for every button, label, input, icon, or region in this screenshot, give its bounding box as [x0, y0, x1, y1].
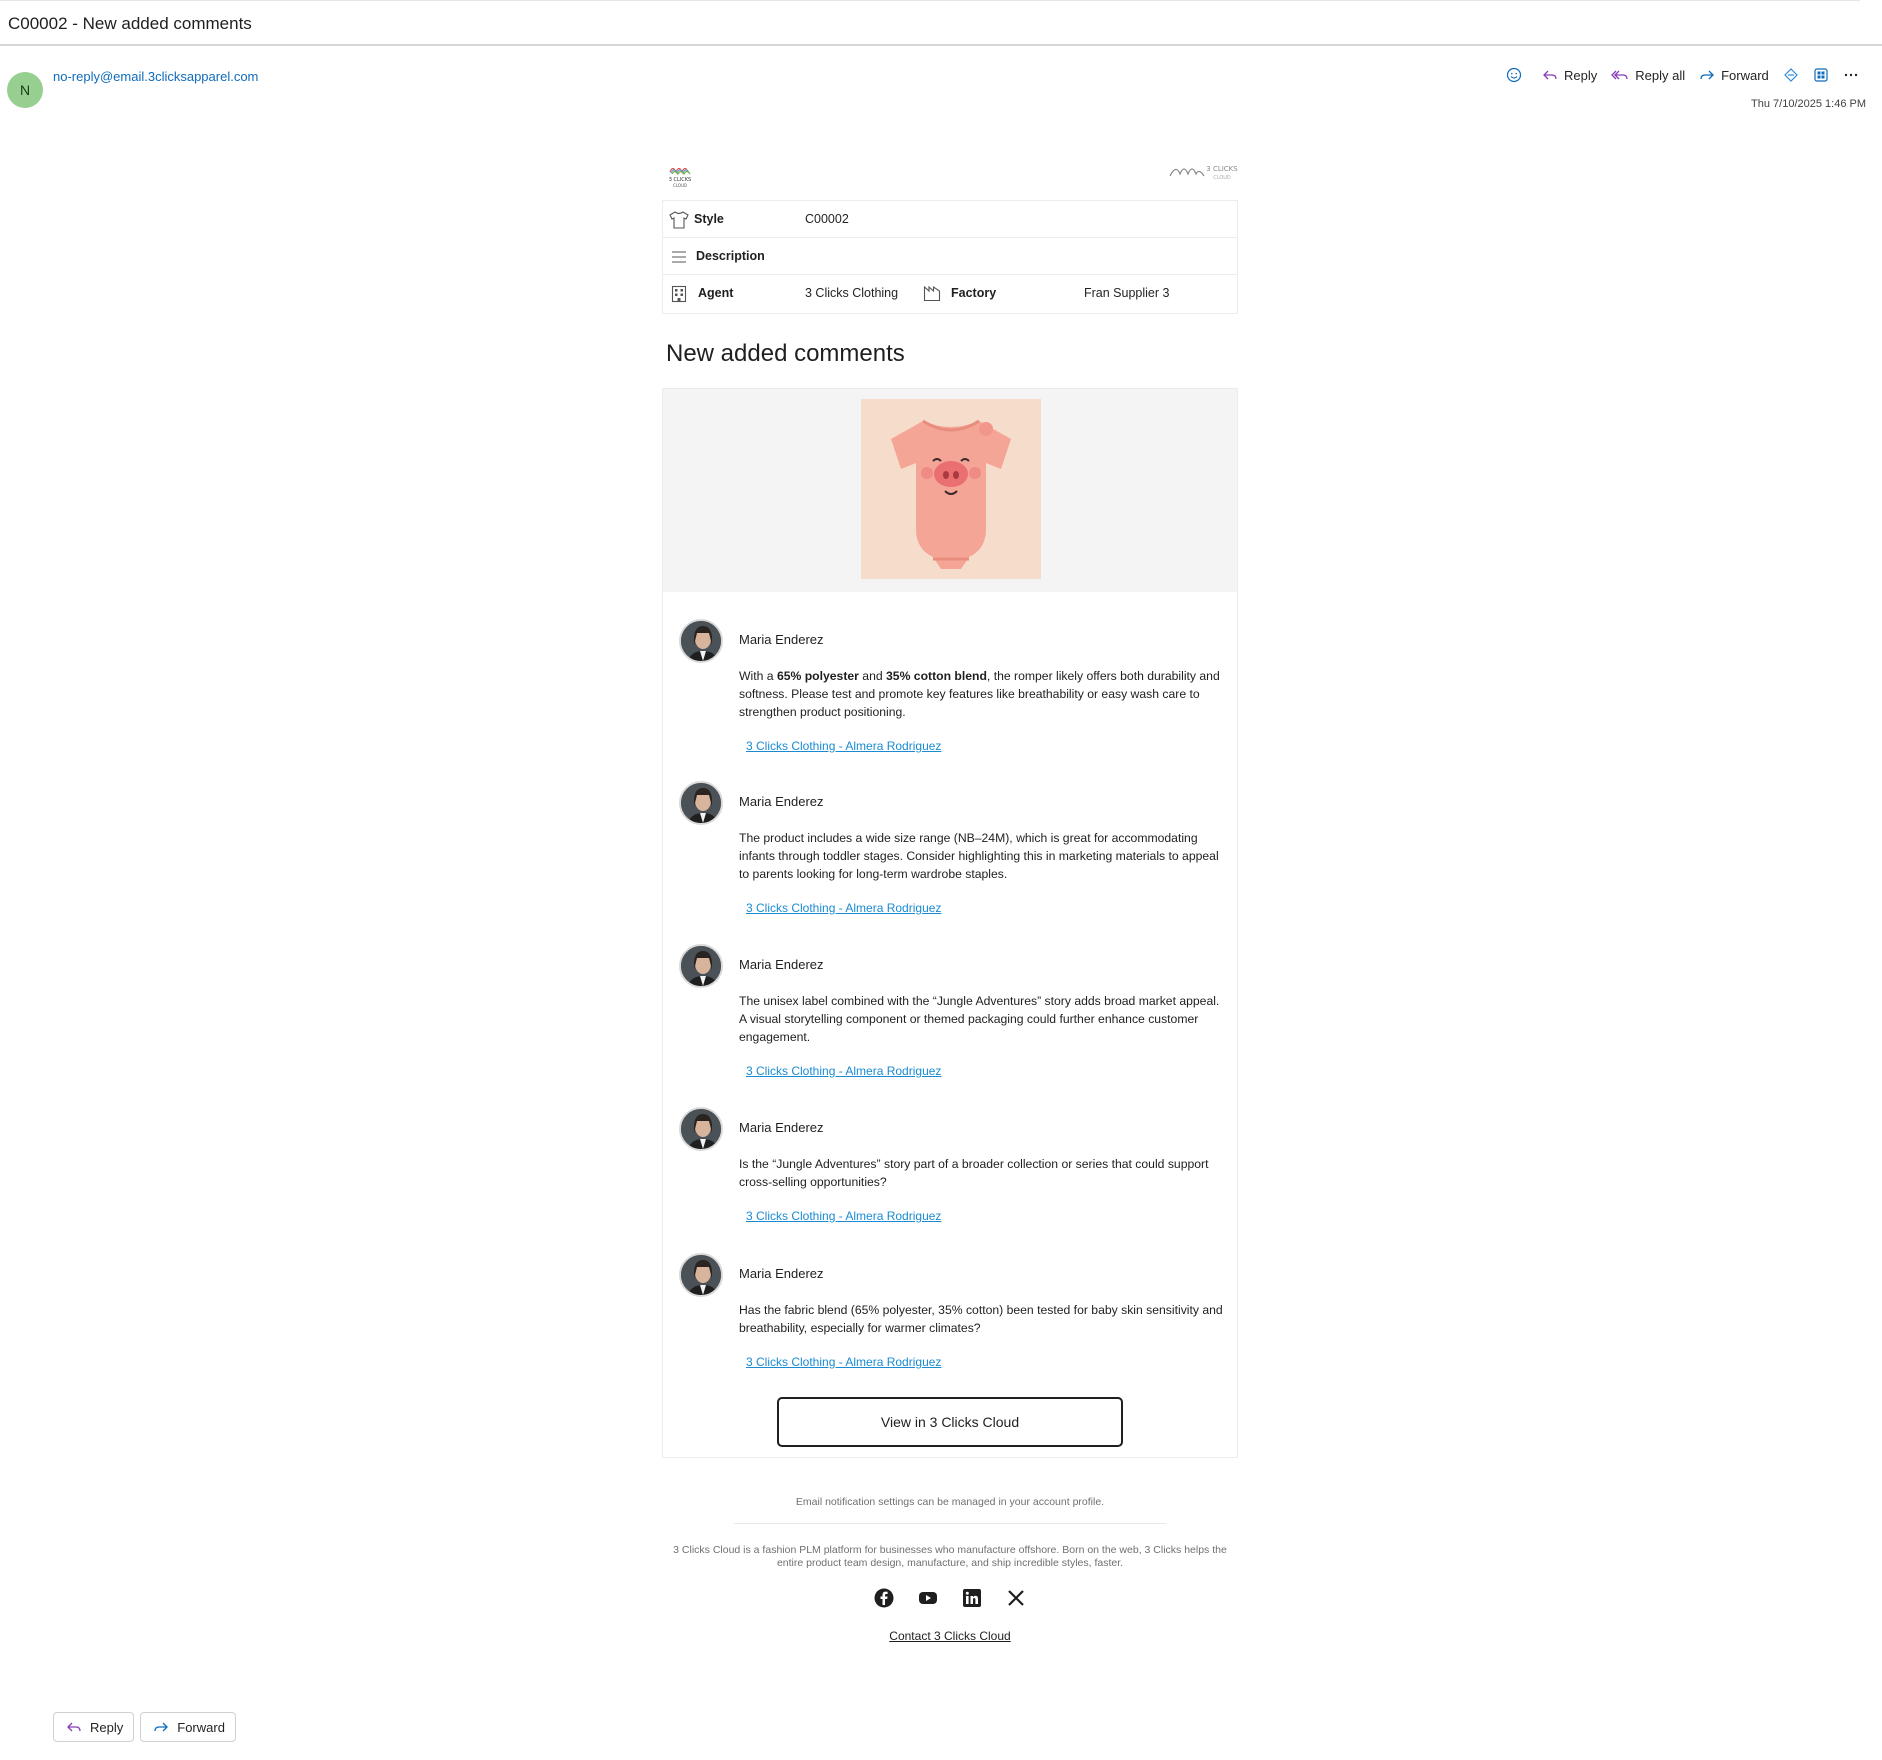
email-subject: C00002 - New added comments — [8, 14, 252, 33]
comment-author: Maria Enderez — [739, 1120, 824, 1135]
comment-author: Maria Enderez — [739, 957, 824, 972]
bottom-forward-label: Forward — [177, 1719, 225, 1735]
sent-date: Thu 7/10/2025 1:46 PM — [1751, 98, 1866, 110]
subject-bar: C00002 - New added comments — [0, 0, 1882, 46]
facebook-icon[interactable] — [874, 1588, 894, 1611]
comment-item: Maria Enderez Is the “Jungle Adventures”… — [663, 1107, 1237, 1253]
comment-text: The product includes a wide size range (… — [739, 831, 1219, 881]
style-label: Style — [694, 212, 724, 226]
style-row: Style C00002 — [663, 201, 1237, 238]
building-icon — [671, 285, 687, 303]
forward-icon — [154, 1722, 169, 1732]
comment-link[interactable]: 3 Clicks Clothing - Almera Rodriguez — [746, 739, 941, 753]
reply-button[interactable]: Reply — [1542, 67, 1597, 83]
section-heading: New added comments — [666, 340, 905, 367]
commenter-avatar — [679, 1107, 723, 1151]
comment-link[interactable]: 3 Clicks Clothing - Almera Rodriguez — [746, 1064, 941, 1078]
view-button-wrap: View in 3 Clicks Cloud — [663, 1397, 1237, 1457]
description-row: Description — [663, 238, 1237, 275]
description-label: Description — [696, 249, 765, 263]
reply-all-label: Reply all — [1635, 67, 1686, 83]
bottom-forward-button[interactable]: Forward — [140, 1712, 236, 1742]
product-image-panel — [663, 389, 1237, 592]
lines-icon — [672, 251, 686, 263]
emoji-icon — [1506, 67, 1522, 83]
commenter-avatar — [679, 1253, 723, 1297]
factory-value: Fran Supplier 3 — [1084, 286, 1170, 300]
logo-wide-text: 3 CLICKS — [1206, 165, 1238, 173]
factory-icon — [923, 285, 941, 302]
comment-link[interactable]: 3 Clicks Clothing - Almera Rodriguez — [746, 1355, 941, 1369]
loop-icon — [1783, 68, 1798, 82]
forward-icon — [1700, 70, 1715, 80]
style-value: C00002 — [805, 212, 849, 226]
footer-divider — [734, 1523, 1166, 1524]
x-icon[interactable] — [1006, 1588, 1026, 1611]
email-footer: Email notification settings can be manag… — [662, 1496, 1238, 1643]
linkedin-icon[interactable] — [962, 1588, 982, 1611]
sender-address[interactable]: no-reply@email.3clicksapparel.com — [53, 69, 258, 84]
more-options-button[interactable] — [1843, 67, 1859, 83]
comment-text: The unisex label combined with the “Jung… — [739, 994, 1220, 1044]
agent-value: 3 Clicks Clothing — [805, 286, 899, 300]
notification-settings-note: Email notification settings can be manag… — [795, 1496, 1105, 1508]
comments-list: Maria Enderez With a 65% polyester and 3… — [663, 592, 1237, 1397]
baby-romper-image — [861, 399, 1041, 579]
logo-row: 3 CLICKS CLOUD 3 CLICKS CLOUD — [662, 158, 1239, 200]
more-icon — [1844, 73, 1857, 77]
loop-button[interactable] — [1783, 67, 1799, 83]
view-in-cloud-button[interactable]: View in 3 Clicks Cloud — [777, 1397, 1123, 1447]
message-actions: Reply Reply all Forward — [1506, 64, 1873, 86]
forward-label: Forward — [1721, 67, 1769, 83]
tshirt-icon — [669, 211, 689, 229]
commenter-avatar — [679, 781, 723, 825]
reply-label: Reply — [1564, 67, 1598, 83]
comment-item: Maria Enderez The product includes a wid… — [663, 781, 1237, 944]
bottom-actions: Reply Forward — [53, 1712, 236, 1742]
factory-label: Factory — [951, 286, 997, 300]
reply-all-icon — [1611, 70, 1628, 80]
comments-card: Maria Enderez With a 65% polyester and 3… — [662, 388, 1238, 1458]
commenter-avatar — [679, 619, 723, 663]
agent-label: Agent — [698, 286, 734, 300]
contact-link[interactable]: Contact 3 Clicks Cloud — [889, 1629, 1010, 1643]
apps-icon — [1814, 68, 1828, 82]
product-image[interactable] — [861, 399, 1041, 579]
bottom-reply-button[interactable]: Reply — [53, 1712, 135, 1742]
commenter-avatar — [679, 944, 723, 988]
comment-text: With a 65% polyester and 35% cotton blen… — [739, 669, 1220, 719]
agent-factory-row: Agent 3 Clicks Clothing Factory Fran Sup… — [663, 275, 1237, 313]
brand-logo-small: 3 CLICKS CLOUD — [667, 162, 697, 195]
apps-button[interactable] — [1813, 67, 1829, 83]
comment-item: Maria Enderez With a 65% polyester and 3… — [663, 619, 1237, 781]
comment-link[interactable]: 3 Clicks Clothing - Almera Rodriguez — [746, 901, 941, 915]
about-text: 3 Clicks Cloud is a fashion PLM platform… — [673, 1544, 1227, 1569]
comment-text: Is the “Jungle Adventures” story part of… — [739, 1157, 1209, 1189]
youtube-icon[interactable] — [918, 1588, 938, 1611]
logo-subtext: CLOUD — [673, 183, 687, 188]
logo-wide-subtext: CLOUD — [1213, 175, 1231, 181]
comment-author: Maria Enderez — [739, 632, 824, 647]
email-body: 3 CLICKS CLOUD 3 CLICKS CLOUD Style C000… — [662, 158, 1238, 1643]
forward-button[interactable]: Forward — [1699, 67, 1769, 83]
social-links — [662, 1588, 1238, 1611]
reply-icon — [1543, 70, 1557, 80]
sender-avatar[interactable]: N — [7, 72, 43, 108]
comment-link[interactable]: 3 Clicks Clothing - Almera Rodriguez — [746, 1209, 941, 1223]
emoji-button[interactable] — [1506, 67, 1522, 83]
reply-icon — [67, 1722, 81, 1732]
brand-logo-wide: 3 CLICKS CLOUD — [1168, 162, 1238, 189]
comment-text: Has the fabric blend (65% polyester, 35%… — [739, 1303, 1223, 1335]
comment-item: Maria Enderez Has the fabric blend (65% … — [663, 1253, 1237, 1397]
comment-item: Maria Enderez The unisex label combined … — [663, 944, 1237, 1107]
reply-all-button[interactable]: Reply all — [1611, 67, 1685, 83]
bottom-reply-label: Reply — [90, 1719, 124, 1735]
comment-author: Maria Enderez — [739, 1266, 824, 1281]
style-info-table: Style C00002 Description Agent 3 Clicks … — [662, 200, 1238, 314]
comment-author: Maria Enderez — [739, 794, 824, 809]
